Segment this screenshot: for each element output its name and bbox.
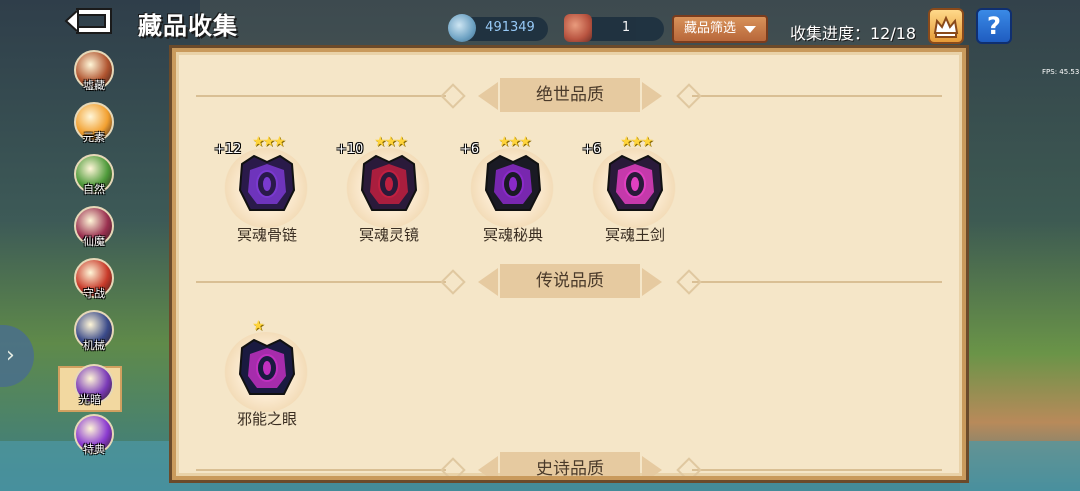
divider-line [692,95,942,97]
diamond-ornament [676,83,702,109]
section-header-0: 绝世品质 [176,76,962,116]
relic-icon [606,154,664,211]
section-header-1: 传说品质 [176,262,962,302]
collection-item-0-1[interactable]: ★★★ +10 冥魂灵镜 [334,134,444,244]
divider-line [692,281,942,283]
section-badge: 传说品质 [476,262,664,302]
section-badge: 绝世品质 [476,76,664,116]
category-label: 墟藏 [83,79,105,92]
collection-item-0-2[interactable]: ★★★ +6 冥魂秘典 [458,134,568,244]
diamond-ornament [440,457,466,476]
collection-panel: 绝世品质 ★★★ +12 冥魂骨链 ★★★ +10 冥魂灵镜 ★★★ +6 冥魂秘典 ★★★ +6 冥魂… [172,48,966,480]
item-name: 邪能之眼 [236,410,297,428]
relic-icon [484,154,542,211]
gem-count: 491349 [485,20,535,35]
category-label: 机械 [83,339,105,352]
gem-counter: 491349 [448,14,548,42]
item-level: +12 [214,142,242,157]
section-badge: 史诗品质 [476,450,664,479]
collection-item-1-0[interactable]: ★ 邪能之眼 [212,318,322,428]
badge-chevron [642,268,662,296]
badge-chevron [478,456,498,476]
star-rating: ★★★ [620,134,654,150]
chevron-down-icon [744,26,756,33]
category-label: 元素 [83,131,105,144]
category-label: 仙魔 [83,235,105,248]
section-title: 绝世品质 [536,85,604,105]
star-rating: ★★★ [374,134,408,150]
section-plate: 史诗品质 [500,452,640,479]
relic-icon [238,154,296,211]
crown-button[interactable] [928,8,964,44]
filter-label: 藏品筛选 [684,21,737,36]
back-button[interactable] [62,6,116,36]
divider-line [196,469,446,471]
ore-icon [564,14,592,42]
diamond-ornament [440,83,466,109]
item-level: +10 [336,142,364,157]
ore-count: 1 [621,20,631,35]
category-label: 特典 [83,443,105,456]
divider-line [196,281,446,283]
badge-chevron [642,456,662,476]
relic-icon [360,154,418,211]
sidebar-category-0[interactable]: 墟藏 [72,50,116,100]
fps-counter: FPS: 45.53 [1042,68,1080,76]
star-rating: ★★★ [252,134,286,150]
section-title: 史诗品质 [536,459,604,479]
item-name: 冥魂灵镜 [358,226,419,244]
star-rating: ★★★ [498,134,532,150]
diamond-ornament [440,269,466,295]
sidebar-category-4[interactable]: 守战 [72,258,116,308]
ore-counter: 1 [564,14,664,42]
divider-line [692,469,942,471]
collection-item-0-0[interactable]: ★★★ +12 冥魂骨链 [212,134,322,244]
diamond-ornament [676,457,702,476]
gem-icon [448,14,476,42]
badge-chevron [478,268,498,296]
badge-chevron [478,82,498,110]
back-arrow-icon [64,7,112,35]
sidebar-category-1[interactable]: 元素 [72,102,116,152]
section-plate: 传说品质 [500,264,640,298]
item-level: +6 [460,142,480,157]
sidebar-category-5[interactable]: 机械 [72,310,116,360]
section-header-2: 史诗品质 [176,450,962,479]
item-name: 冥魂秘典 [482,226,543,244]
item-name: 冥魂王剑 [604,226,665,244]
collection-progress: 收集进度：12/18 [790,24,917,43]
divider-line [196,95,446,97]
crown-icon [933,15,959,38]
category-label: 守战 [83,287,105,300]
diamond-ornament [676,269,702,295]
section-title: 传说品质 [536,271,604,291]
item-name: 冥魂骨链 [236,226,297,244]
star-rating: ★ [252,318,264,334]
collection-item-0-3[interactable]: ★★★ +6 冥魂王剑 [580,134,690,244]
sidebar-category-2[interactable]: 自然 [72,154,116,204]
collection-filter-button[interactable]: 藏品筛选 [672,15,768,43]
sidebar-category-6[interactable]: 光暗 [58,364,122,414]
help-button[interactable]: ? [976,8,1012,44]
category-label: 自然 [83,183,105,196]
category-label: 光暗 [79,393,101,406]
chevron-right-icon: › [6,343,15,368]
section-plate: 绝世品质 [500,78,640,112]
badge-chevron [642,82,662,110]
sidebar-category-7[interactable]: 特典 [72,414,116,464]
sidebar-category-3[interactable]: 仙魔 [72,206,116,256]
page-title: 藏品收集 [138,12,238,40]
relic-icon [238,338,296,395]
item-level: +6 [582,142,602,157]
